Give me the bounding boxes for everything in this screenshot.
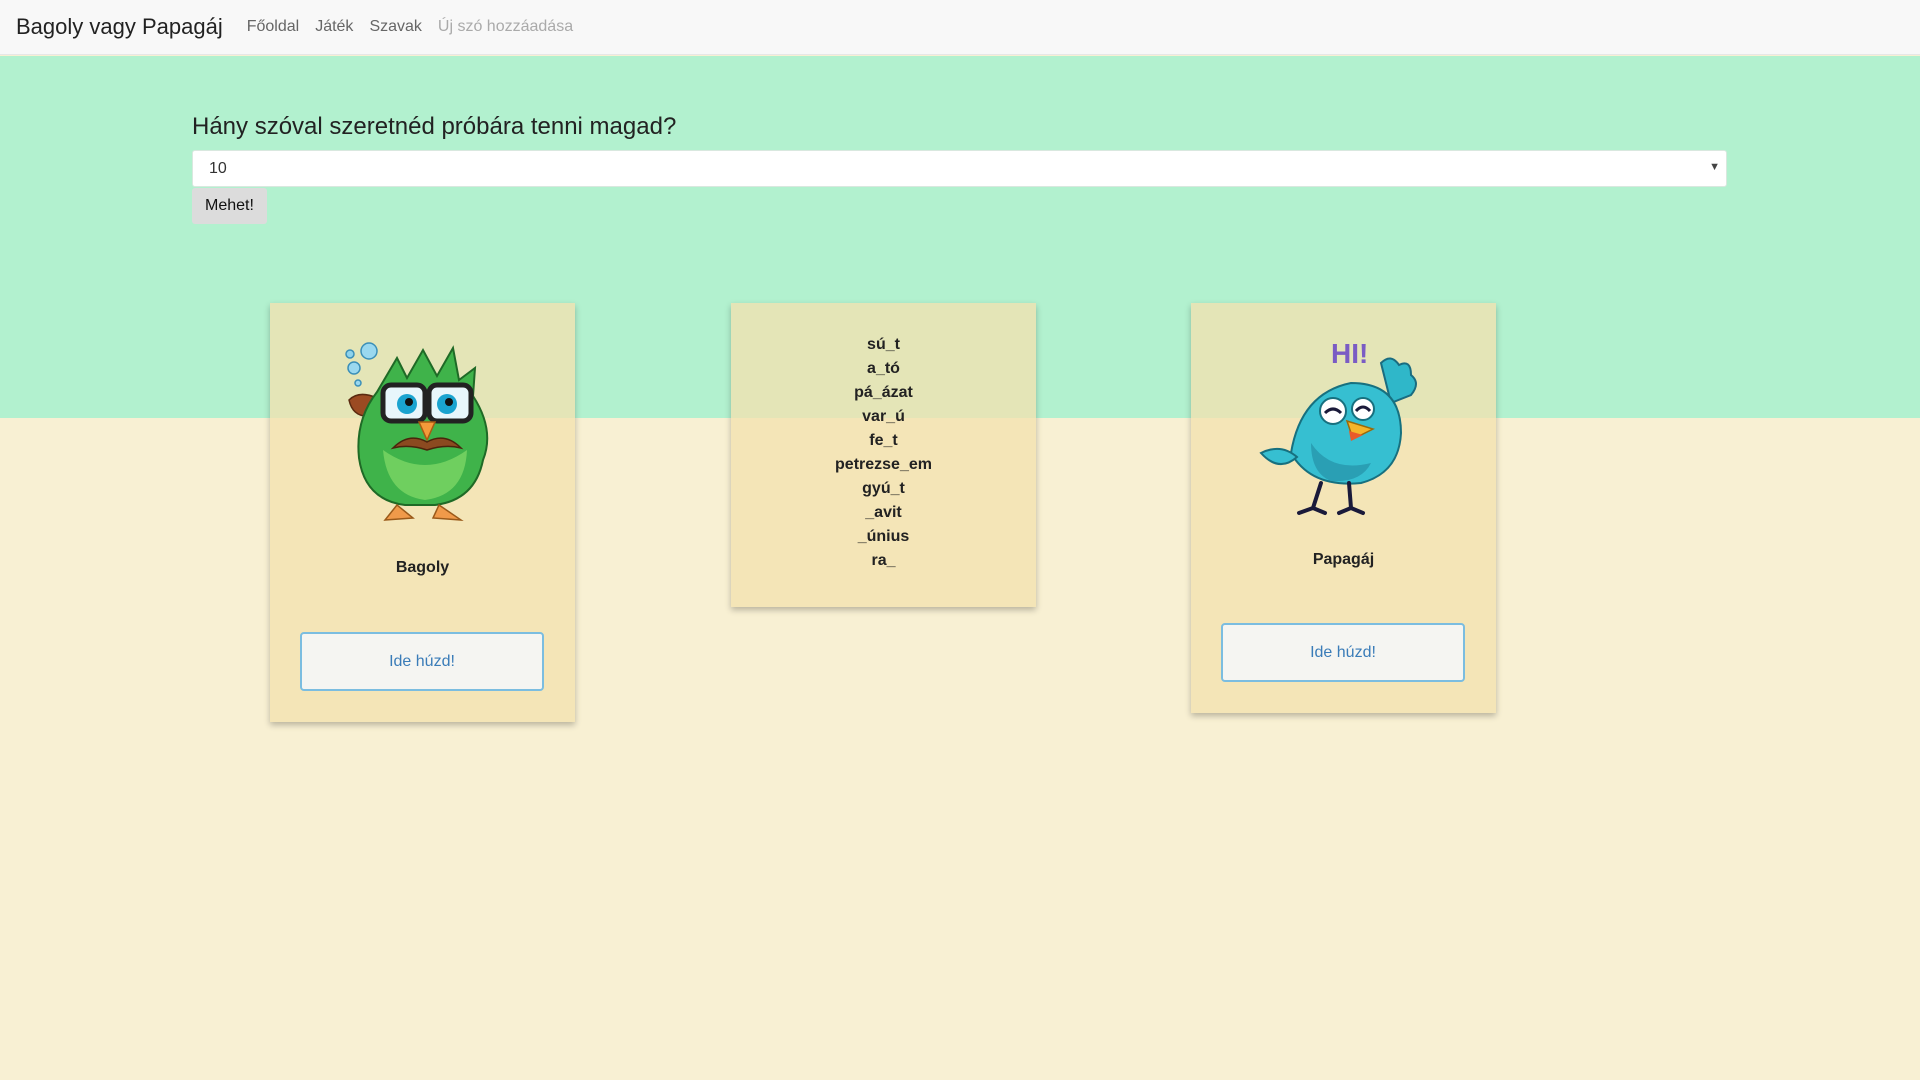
nav-links: Főoldal Játék Szavak Új szó hozzáadása <box>247 18 573 36</box>
word-count-value: 10 <box>209 160 227 177</box>
nav-link-add-word[interactable]: Új szó hozzáadása <box>438 18 573 36</box>
nav-link-game[interactable]: Játék <box>315 18 353 36</box>
word-item[interactable]: gyú_t <box>731 477 1036 501</box>
parrot-hi-text: HI! <box>1331 338 1368 369</box>
navbar: Bagoly vagy Papagáj Főoldal Játék Szavak… <box>0 0 1920 55</box>
word-item[interactable]: fe_t <box>731 429 1036 453</box>
word-item[interactable]: var_ú <box>731 405 1036 429</box>
parrot-card: HI! Papagáj Ide húzd! <box>1191 303 1496 713</box>
word-item[interactable]: _avit <box>731 501 1036 525</box>
word-item[interactable]: petrezse_em <box>731 453 1036 477</box>
owl-mascot-icon <box>345 342 489 521</box>
dropdown-arrow-icon: ▼ <box>1709 161 1720 173</box>
word-count-question: Hány szóval szeretnéd próbára tenni maga… <box>192 113 677 140</box>
parrot-mascot-icon: HI! <box>1259 338 1417 515</box>
parrot-drop-zone[interactable]: Ide húzd! <box>1221 623 1465 682</box>
owl-title: Bagoly <box>395 559 450 576</box>
word-item[interactable]: _únius <box>731 525 1036 549</box>
parrot-title: Papagáj <box>1312 551 1375 568</box>
brand-link[interactable]: Bagoly vagy Papagáj <box>16 14 223 40</box>
owl-card: Bagoly Ide húzd! <box>270 303 575 722</box>
go-button[interactable]: Mehet! <box>192 188 267 224</box>
words-card: sú_t a_tó pá_ázat var_ú fe_t petrezse_em… <box>731 303 1036 607</box>
word-list: sú_t a_tó pá_ázat var_ú fe_t petrezse_em… <box>731 333 1036 573</box>
word-item[interactable]: pá_ázat <box>731 381 1036 405</box>
word-item[interactable]: ra_ <box>731 549 1036 573</box>
nav-link-words[interactable]: Szavak <box>369 18 421 36</box>
word-item[interactable]: sú_t <box>731 333 1036 357</box>
nav-link-home[interactable]: Főoldal <box>247 18 299 36</box>
word-count-select[interactable]: 10 ▼ <box>192 150 1727 187</box>
owl-drop-zone[interactable]: Ide húzd! <box>300 632 544 691</box>
word-item[interactable]: a_tó <box>731 357 1036 381</box>
